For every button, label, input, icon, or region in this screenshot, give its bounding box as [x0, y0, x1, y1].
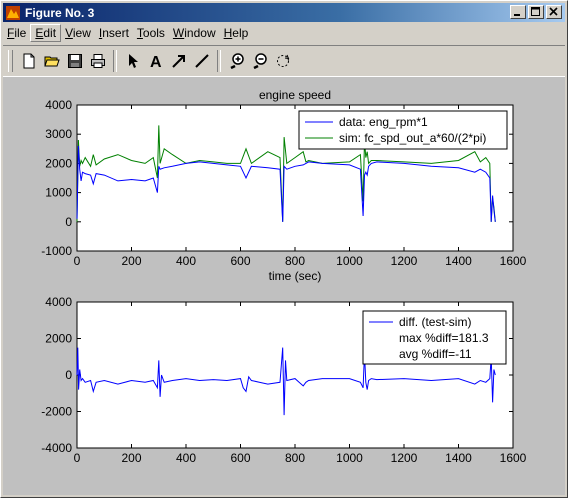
rotate-icon	[276, 54, 289, 67]
x-tick-label: 800	[285, 254, 305, 268]
save-button[interactable]	[63, 50, 86, 72]
figure-plots: 0 200 400 600 800 1000 1200 1400 160040003000200…	[41, 88, 527, 465]
toolbar-separator	[113, 50, 117, 72]
toolbar-separator	[217, 50, 221, 72]
zoom-in-button[interactable]	[225, 50, 248, 72]
insert-line-button[interactable]	[190, 50, 213, 72]
menu-help[interactable]: Help	[220, 24, 253, 42]
y-tick-label: -2000	[41, 405, 72, 419]
matlab-app-icon	[6, 5, 20, 20]
zoom-out-button[interactable]	[248, 50, 271, 72]
menu-window[interactable]: Window	[169, 24, 220, 42]
x-tick-label: 400	[176, 451, 196, 465]
print-icon	[90, 54, 105, 68]
x-tick-label: 1400	[445, 254, 472, 268]
x-tick-label: 1000	[336, 451, 363, 465]
x-tick-label: 1200	[391, 254, 418, 268]
close-button[interactable]	[546, 5, 562, 19]
window-title: Figure No. 3	[25, 5, 95, 20]
maximize-button[interactable]	[528, 5, 544, 19]
title-bar[interactable]: Figure No. 3	[3, 3, 565, 22]
y-tick-label: 4000	[45, 295, 72, 309]
y-tick-label: 0	[65, 215, 72, 229]
insert-text-icon: A	[150, 54, 162, 69]
x-tick-label: 1600	[500, 254, 527, 268]
zoom-out-icon	[252, 53, 267, 69]
x-tick-label: 1000	[336, 254, 363, 268]
rotate-button[interactable]	[271, 50, 294, 72]
legend-label: data: eng_rpm*1	[339, 115, 428, 129]
x-tick-label: 1600	[500, 451, 527, 465]
y-tick-label: 0	[65, 368, 72, 382]
y-tick-label: 3000	[45, 127, 72, 141]
minimize-button[interactable]	[510, 5, 526, 19]
y-tick-label: 1000	[45, 186, 72, 200]
menu-edit[interactable]: Edit	[30, 24, 62, 42]
insert-line-icon	[194, 54, 209, 68]
x-tick-label: 1400	[445, 451, 472, 465]
insert-text-button[interactable]: A	[144, 50, 167, 72]
y-tick-label: 4000	[45, 98, 72, 112]
close-icon	[549, 7, 558, 16]
figure-window: Figure No. 3 File Edit View Insert Tools Wind…	[0, 0, 568, 498]
open-folder-icon	[43, 56, 60, 67]
x-tick-label: 600	[230, 254, 250, 268]
menu-tools[interactable]: Tools	[133, 24, 169, 42]
new-file-icon	[23, 53, 34, 69]
select-tool-button[interactable]	[121, 50, 144, 72]
menu-view[interactable]: View	[61, 24, 95, 42]
y-tick-label: -4000	[41, 441, 72, 455]
plot-title: engine speed	[259, 88, 331, 102]
insert-arrow-icon	[171, 55, 185, 68]
y-tick-label: -1000	[41, 244, 72, 258]
svg-text:A: A	[150, 54, 162, 69]
x-tick-label: 200	[121, 254, 141, 268]
menu-bar: File Edit View Insert Tools Window Help	[3, 24, 252, 42]
x-tick-label: 600	[230, 451, 250, 465]
minimize-icon	[514, 14, 520, 16]
x-tick-label: 1200	[391, 451, 418, 465]
x-tick-label: 200	[121, 451, 141, 465]
figure-canvas: 0 200 400 600 800 1000 1200 1400 1600 4000 3000 200…	[3, 77, 565, 495]
y-tick-label: 2000	[45, 332, 72, 346]
x-axis-label: time (sec)	[269, 269, 322, 283]
x-tick-label: 400	[176, 254, 196, 268]
menu-file[interactable]: File	[3, 24, 30, 42]
x-tick-label: 0	[74, 254, 81, 268]
x-tick-label: 800	[285, 451, 305, 465]
menu-insert[interactable]: Insert	[95, 24, 133, 42]
new-file-button[interactable]	[17, 50, 40, 72]
toolbar: A	[3, 45, 565, 77]
open-file-button[interactable]	[40, 50, 63, 72]
save-icon	[67, 54, 82, 68]
maximize-icon	[531, 7, 540, 16]
legend-label: avg %diff=-11	[399, 347, 472, 361]
toolbar-grip[interactable]	[8, 50, 13, 72]
legend-label: max %diff=181.3	[399, 331, 489, 345]
print-button[interactable]	[86, 50, 109, 72]
select-arrow-icon	[128, 54, 138, 68]
y-tick-label: 2000	[45, 156, 72, 170]
legend-label: sim: fc_spd_out_a*60/(2*pi)	[339, 131, 486, 145]
zoom-in-icon	[229, 53, 244, 69]
legend-label: diff. (test-sim)	[399, 315, 471, 329]
x-tick-label: 0	[74, 451, 81, 465]
insert-arrow-button[interactable]	[167, 50, 190, 72]
